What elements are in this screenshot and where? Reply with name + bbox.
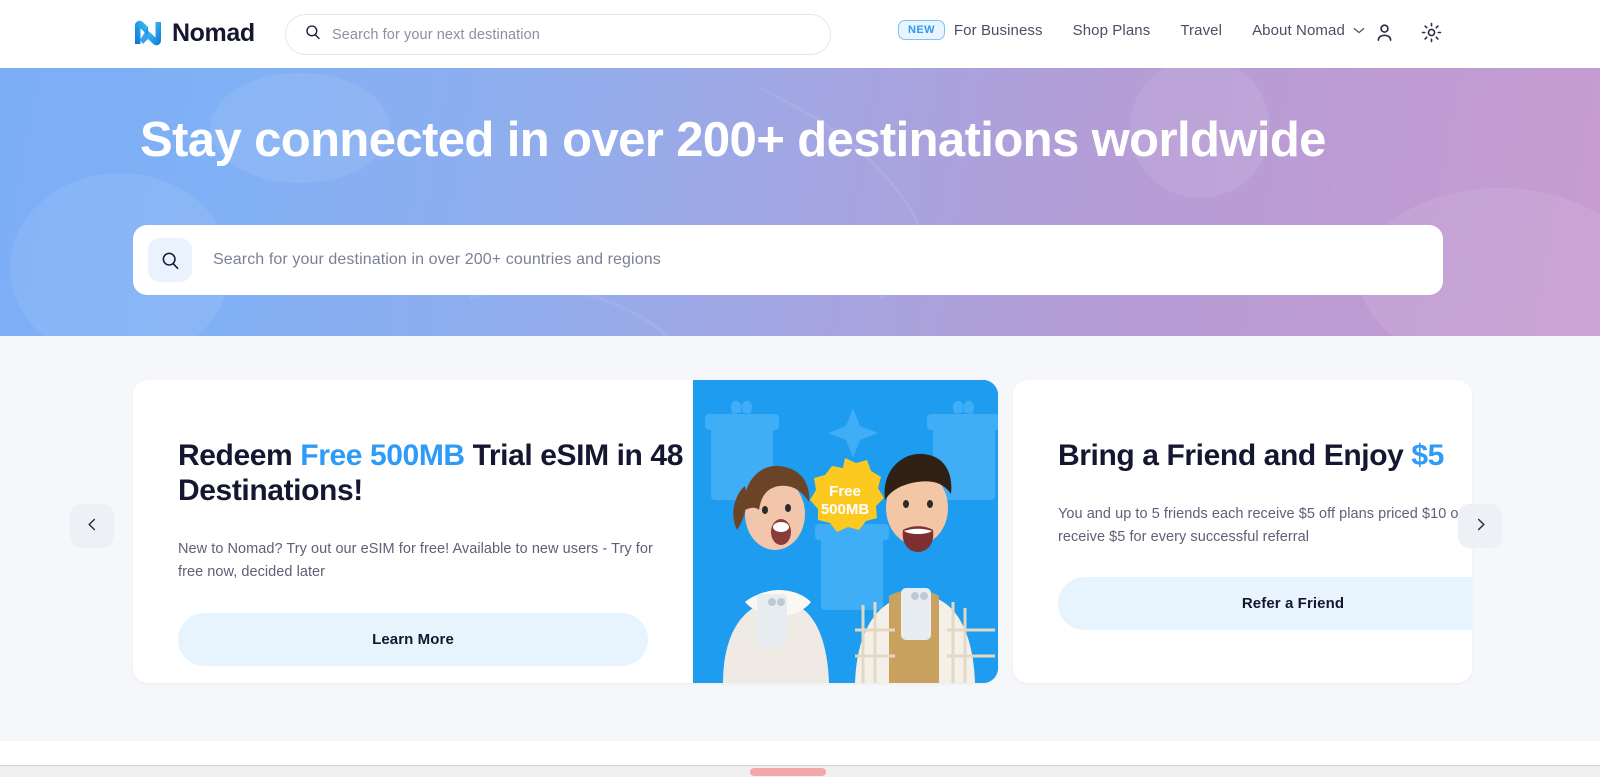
- chevron-left-icon: [86, 518, 99, 534]
- new-badge: NEW: [898, 20, 945, 40]
- nav-item-about-nomad-label: About Nomad: [1252, 21, 1345, 39]
- page-fold-spacer: [0, 741, 1600, 765]
- promo-card[interactable]: Bring a Friend and Enjoy $5 You and up t…: [1013, 380, 1472, 683]
- promo-card-body: Bring a Friend and Enjoy $5 You and up t…: [1013, 380, 1472, 683]
- svg-text:500MB: 500MB: [821, 501, 870, 518]
- promo-card-body-text: You and up to 5 friends each receive $5 …: [1058, 506, 1472, 546]
- primary-nav: NEW For Business Shop Plans Travel About…: [898, 20, 1365, 40]
- horizontal-scrollbar[interactable]: [0, 765, 1600, 777]
- promo-card-image: Free 500MB: [693, 380, 998, 683]
- nomad-logo-mark-icon: [131, 16, 165, 50]
- promo-card[interactable]: Redeem Free 500MB Trial eSIM in 48 Desti…: [133, 380, 998, 683]
- promo-card-heading: Bring a Friend and Enjoy $5: [1058, 438, 1472, 473]
- svg-text:Free: Free: [829, 483, 861, 500]
- site-header: Nomad Search for your next destination N…: [0, 0, 1600, 68]
- account-icon[interactable]: [1374, 22, 1395, 43]
- carousel-next-button[interactable]: [1458, 504, 1502, 548]
- nav-item-for-business[interactable]: For Business: [954, 22, 1043, 39]
- promo-card-body: Redeem Free 500MB Trial eSIM in 48 Desti…: [133, 380, 693, 683]
- promo-card-heading: Redeem Free 500MB Trial eSIM in 48 Desti…: [178, 438, 693, 508]
- promo-card-heading-highlight: Free 500MB: [300, 439, 465, 472]
- promo-card-body-text: New to Nomad? Try out our eSIM for free!…: [178, 541, 653, 581]
- header-search-placeholder: Search for your next destination: [332, 26, 540, 43]
- gear-icon[interactable]: [1421, 22, 1442, 43]
- hero-title: Stay connected in over 200+ destinations…: [140, 113, 1326, 167]
- nav-item-travel[interactable]: Travel: [1180, 22, 1222, 39]
- promo-card-heading-before: Bring a Friend and Enjoy: [1058, 439, 1412, 472]
- nav-item-about-nomad[interactable]: About Nomad: [1252, 22, 1365, 39]
- refer-a-friend-button[interactable]: Refer a Friend: [1058, 577, 1472, 631]
- carousel-prev-button[interactable]: [70, 504, 114, 548]
- hero-decorative-pattern: [10, 68, 1600, 336]
- promo-carousel: Redeem Free 500MB Trial eSIM in 48 Desti…: [0, 336, 1600, 741]
- promo-illustration: Free 500MB: [693, 380, 998, 683]
- nav-item-shop-plans[interactable]: Shop Plans: [1073, 22, 1151, 39]
- promo-card-heading-before: Redeem: [178, 439, 301, 472]
- hero-search-input[interactable]: Search for your destination in over 200+…: [133, 225, 1443, 295]
- chevron-down-icon: [1353, 27, 1365, 34]
- promo-card-heading-highlight: $5: [1411, 439, 1444, 472]
- brand-name: Nomad: [172, 18, 255, 47]
- header-icon-group: [1374, 22, 1442, 43]
- search-icon: [148, 238, 192, 282]
- header-search-input[interactable]: Search for your next destination: [285, 14, 831, 55]
- horizontal-scrollbar-thumb[interactable]: [750, 768, 826, 776]
- chevron-right-icon: [1474, 518, 1487, 534]
- brand-logo[interactable]: Nomad: [131, 16, 255, 50]
- hero-search-placeholder: Search for your destination in over 200+…: [213, 251, 661, 268]
- learn-more-button[interactable]: Learn More: [178, 612, 648, 666]
- main-content: Redeem Free 500MB Trial eSIM in 48 Desti…: [0, 336, 1600, 741]
- hero-banner: Stay connected in over 200+ destinations…: [0, 68, 1600, 336]
- search-icon: [305, 24, 321, 45]
